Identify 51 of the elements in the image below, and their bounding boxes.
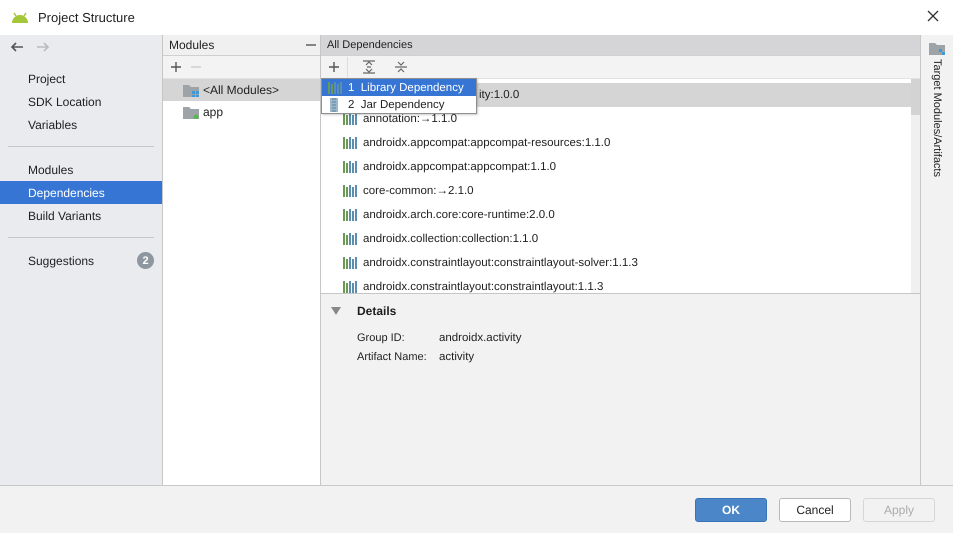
count-badge: 2 [137,252,154,269]
plus-icon [329,62,339,72]
folder-icon [183,83,199,97]
library-icon [343,256,357,270]
sidebar-item[interactable]: Suggestions 2 [0,249,162,272]
plus-icon [171,62,181,72]
folder-icon [929,41,945,55]
sidebar-item[interactable]: Project [0,67,162,90]
back-arrow-icon [10,41,24,53]
library-icon [343,112,357,126]
close-icon [927,10,939,22]
dialog-button[interactable]: Cancel [779,498,851,522]
expand-all-icon [362,60,376,74]
sidebar-item[interactable]: Dependencies [0,181,162,204]
sidebar-item[interactable]: SDK Location [0,90,162,113]
side-tab[interactable]: Target Modules/Artifacts [921,35,953,485]
dependency-row[interactable]: core-common:→2.1.0 [321,179,911,203]
android-icon [10,12,30,24]
field-value: androidx.activity [439,332,522,344]
library-icon [343,208,357,222]
module-item[interactable]: app [163,101,320,123]
dependency-row[interactable]: androidx.appcompat:appcompat:1.1.0 [321,155,911,179]
library-icon [343,160,357,174]
scrollbar[interactable] [911,79,920,293]
menu-item[interactable]: 1 Library Dependency [322,79,476,96]
section-title: Details [357,304,396,318]
module-item[interactable]: <All Modules> [163,79,320,101]
field-value: activity [439,351,476,363]
folder-icon [183,105,199,119]
dialog-button[interactable]: OK [695,498,767,522]
sidebar-item[interactable]: Variables [0,113,162,136]
panel-title: All Dependencies [321,35,920,56]
dependency-row[interactable]: androidx.appcompat:appcompat-resources:1.1.0 [321,131,911,155]
dependency-row[interactable]: androidx.constraintlayout:constraintlayout-solver:1.1.3 [321,251,911,275]
collapse-all-icon [394,60,408,74]
forward-arrow-icon [36,41,50,53]
library-icon [343,280,357,294]
library-icon [328,80,342,94]
library-icon [343,184,357,198]
dependency-row[interactable]: androidx.collection:collection:1.1.0 [321,227,911,251]
sidebar-item[interactable]: Modules [0,158,162,181]
field-label: Group ID: [357,332,406,344]
field-label: Artifact Name: [357,351,428,363]
library-icon [343,232,357,246]
library-icon [343,136,357,150]
sidebar-item[interactable]: Build Variants [0,204,162,227]
window-title: Project Structure [38,10,136,25]
panel-title: Modules [169,38,214,52]
dependency-row[interactable]: androidx.arch.core:core-runtime:2.0.0 [321,203,911,227]
scrollbar-thumb[interactable] [911,79,920,115]
dependency-row[interactable]: androidx.constraintlayout:constraintlayout:1.1.3 [321,275,911,299]
